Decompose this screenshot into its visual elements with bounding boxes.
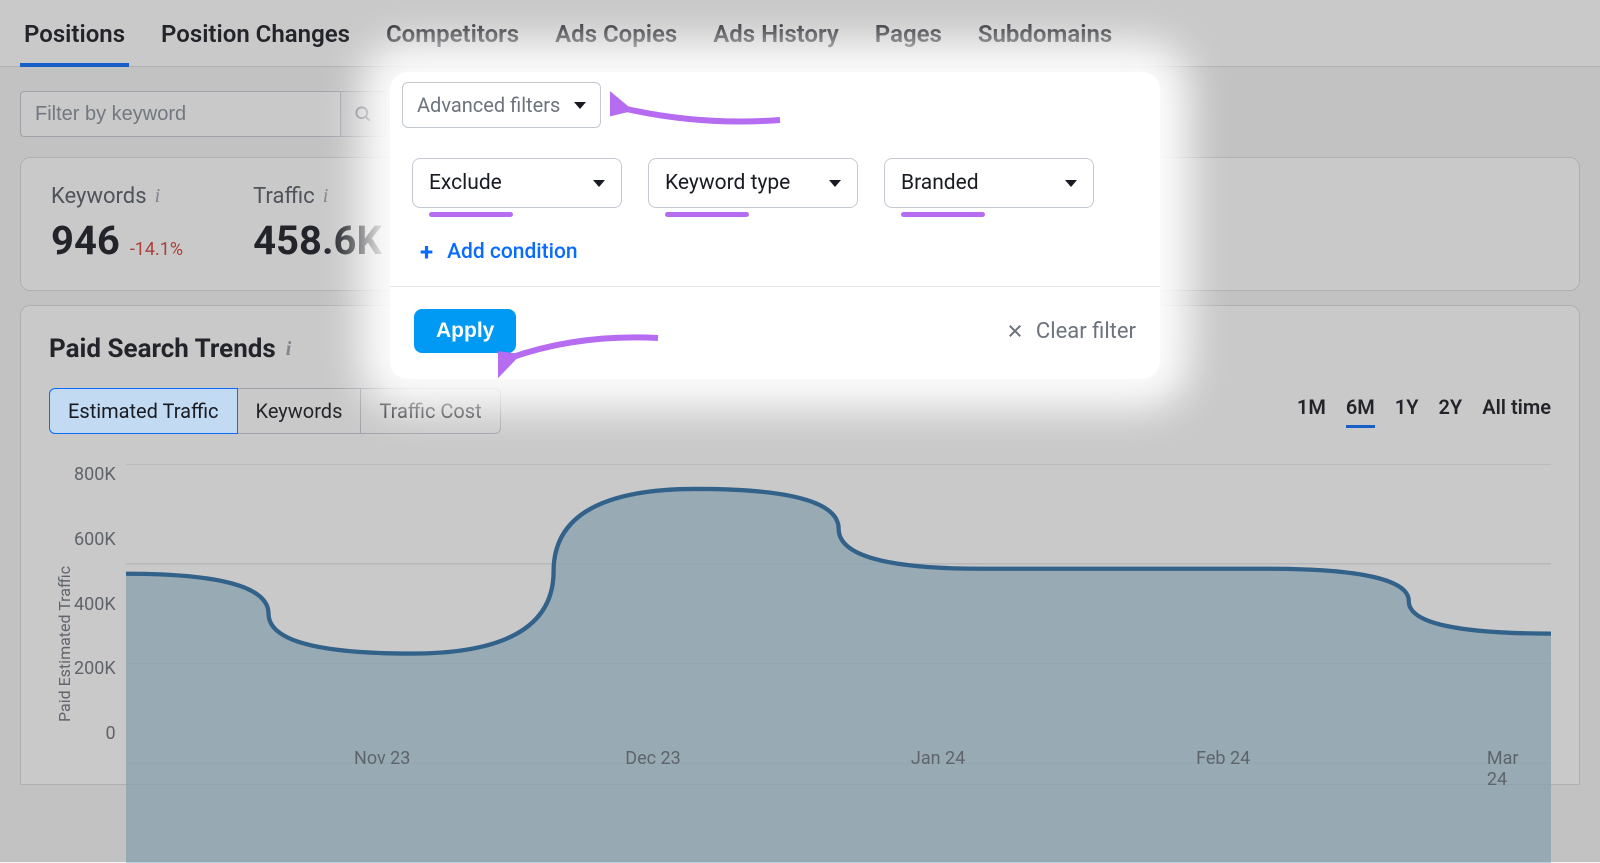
y-tick: 600K xyxy=(74,529,116,550)
seg-estimated-traffic[interactable]: Estimated Traffic xyxy=(49,388,238,434)
info-icon[interactable]: i xyxy=(286,338,292,361)
tab-positions[interactable]: Positions xyxy=(20,10,129,66)
chevron-down-icon xyxy=(829,180,841,187)
x-tick: Nov 23 xyxy=(354,748,410,769)
metric-traffic-value: 458.6K xyxy=(253,217,382,264)
range-6m[interactable]: 6M xyxy=(1346,395,1375,428)
add-condition-button[interactable]: + Add condition xyxy=(390,234,1160,286)
x-tick: Jan 24 xyxy=(911,748,965,769)
time-range-group: 1M 6M 1Y 2Y All time xyxy=(1297,395,1551,428)
chevron-down-icon xyxy=(1065,180,1077,187)
tab-subdomains[interactable]: Subdomains xyxy=(974,10,1116,66)
y-axis-label: Paid Estimated Traffic xyxy=(49,464,74,784)
metric-keywords-label: Keywords xyxy=(51,184,147,209)
add-condition-label: Add condition xyxy=(447,240,578,264)
advanced-filters-popover: Advanced filters Exclude Keyword type Br… xyxy=(390,72,1160,379)
tab-position-changes[interactable]: Position Changes xyxy=(157,10,354,66)
select-value: Branded xyxy=(901,171,979,195)
seg-traffic-cost[interactable]: Traffic Cost xyxy=(360,388,500,434)
range-all-time[interactable]: All time xyxy=(1482,395,1551,428)
x-tick: Feb 24 xyxy=(1196,748,1250,769)
tab-pages[interactable]: Pages xyxy=(871,10,946,66)
info-icon[interactable]: i xyxy=(155,185,161,208)
clear-filter-button[interactable]: Clear filter xyxy=(1006,319,1136,344)
search-button[interactable] xyxy=(340,91,386,137)
condition-value-select[interactable]: Branded xyxy=(884,158,1094,208)
x-tick: Mar 24 xyxy=(1487,748,1530,790)
clear-filter-label: Clear filter xyxy=(1036,319,1136,344)
range-1y[interactable]: 1Y xyxy=(1395,395,1419,428)
plus-icon: + xyxy=(420,238,433,266)
tab-ads-copies[interactable]: Ads Copies xyxy=(551,10,681,66)
select-value: Keyword type xyxy=(665,171,790,195)
advanced-filters-button-spot[interactable]: Advanced filters xyxy=(402,82,601,128)
chevron-down-icon xyxy=(574,102,586,109)
metric-keywords-value: 946 xyxy=(51,217,120,264)
advanced-filters-label: Advanced filters xyxy=(417,93,560,117)
tab-ads-history[interactable]: Ads History xyxy=(709,10,843,66)
chart-area: Paid Estimated Traffic 800K 600K 400K 20… xyxy=(49,464,1551,784)
trend-metric-segmented: Estimated Traffic Keywords Traffic Cost xyxy=(49,388,501,434)
condition-include-exclude-select[interactable]: Exclude xyxy=(412,158,622,208)
metric-keywords-delta: -14.1% xyxy=(130,239,183,260)
search-icon xyxy=(353,104,373,124)
x-tick: Dec 23 xyxy=(625,748,680,769)
seg-keywords[interactable]: Keywords xyxy=(237,388,362,434)
chart-plot[interactable]: Nov 23Dec 23Jan 24Feb 24Mar 24 xyxy=(126,464,1551,784)
info-icon[interactable]: i xyxy=(323,185,329,208)
chevron-down-icon xyxy=(593,180,605,187)
tabs-bar: Positions Position Changes Competitors A… xyxy=(0,0,1600,67)
y-tick: 400K xyxy=(74,594,116,615)
select-value: Exclude xyxy=(429,171,502,195)
condition-field-select[interactable]: Keyword type xyxy=(648,158,858,208)
range-1m[interactable]: 1M xyxy=(1297,395,1326,428)
metric-keywords: Keywords i 946 -14.1% xyxy=(51,184,183,264)
y-tick: 200K xyxy=(74,658,116,679)
range-2y[interactable]: 2Y xyxy=(1439,395,1463,428)
area-chart xyxy=(126,464,1551,863)
y-tick: 0 xyxy=(74,723,116,744)
search-wrap xyxy=(20,91,386,137)
apply-button[interactable]: Apply xyxy=(414,309,516,353)
close-icon xyxy=(1006,322,1024,340)
trends-title: Paid Search Trends xyxy=(49,334,276,364)
metric-traffic: Traffic i 458.6K xyxy=(253,184,382,264)
metric-traffic-label: Traffic xyxy=(253,184,315,209)
keyword-filter-input[interactable] xyxy=(20,91,340,137)
y-tick: 800K xyxy=(74,464,116,485)
tab-competitors[interactable]: Competitors xyxy=(382,10,523,66)
x-ticks: Nov 23Dec 23Jan 24Feb 24Mar 24 xyxy=(126,748,1551,784)
y-ticks: 800K 600K 400K 200K 0 xyxy=(74,464,126,784)
